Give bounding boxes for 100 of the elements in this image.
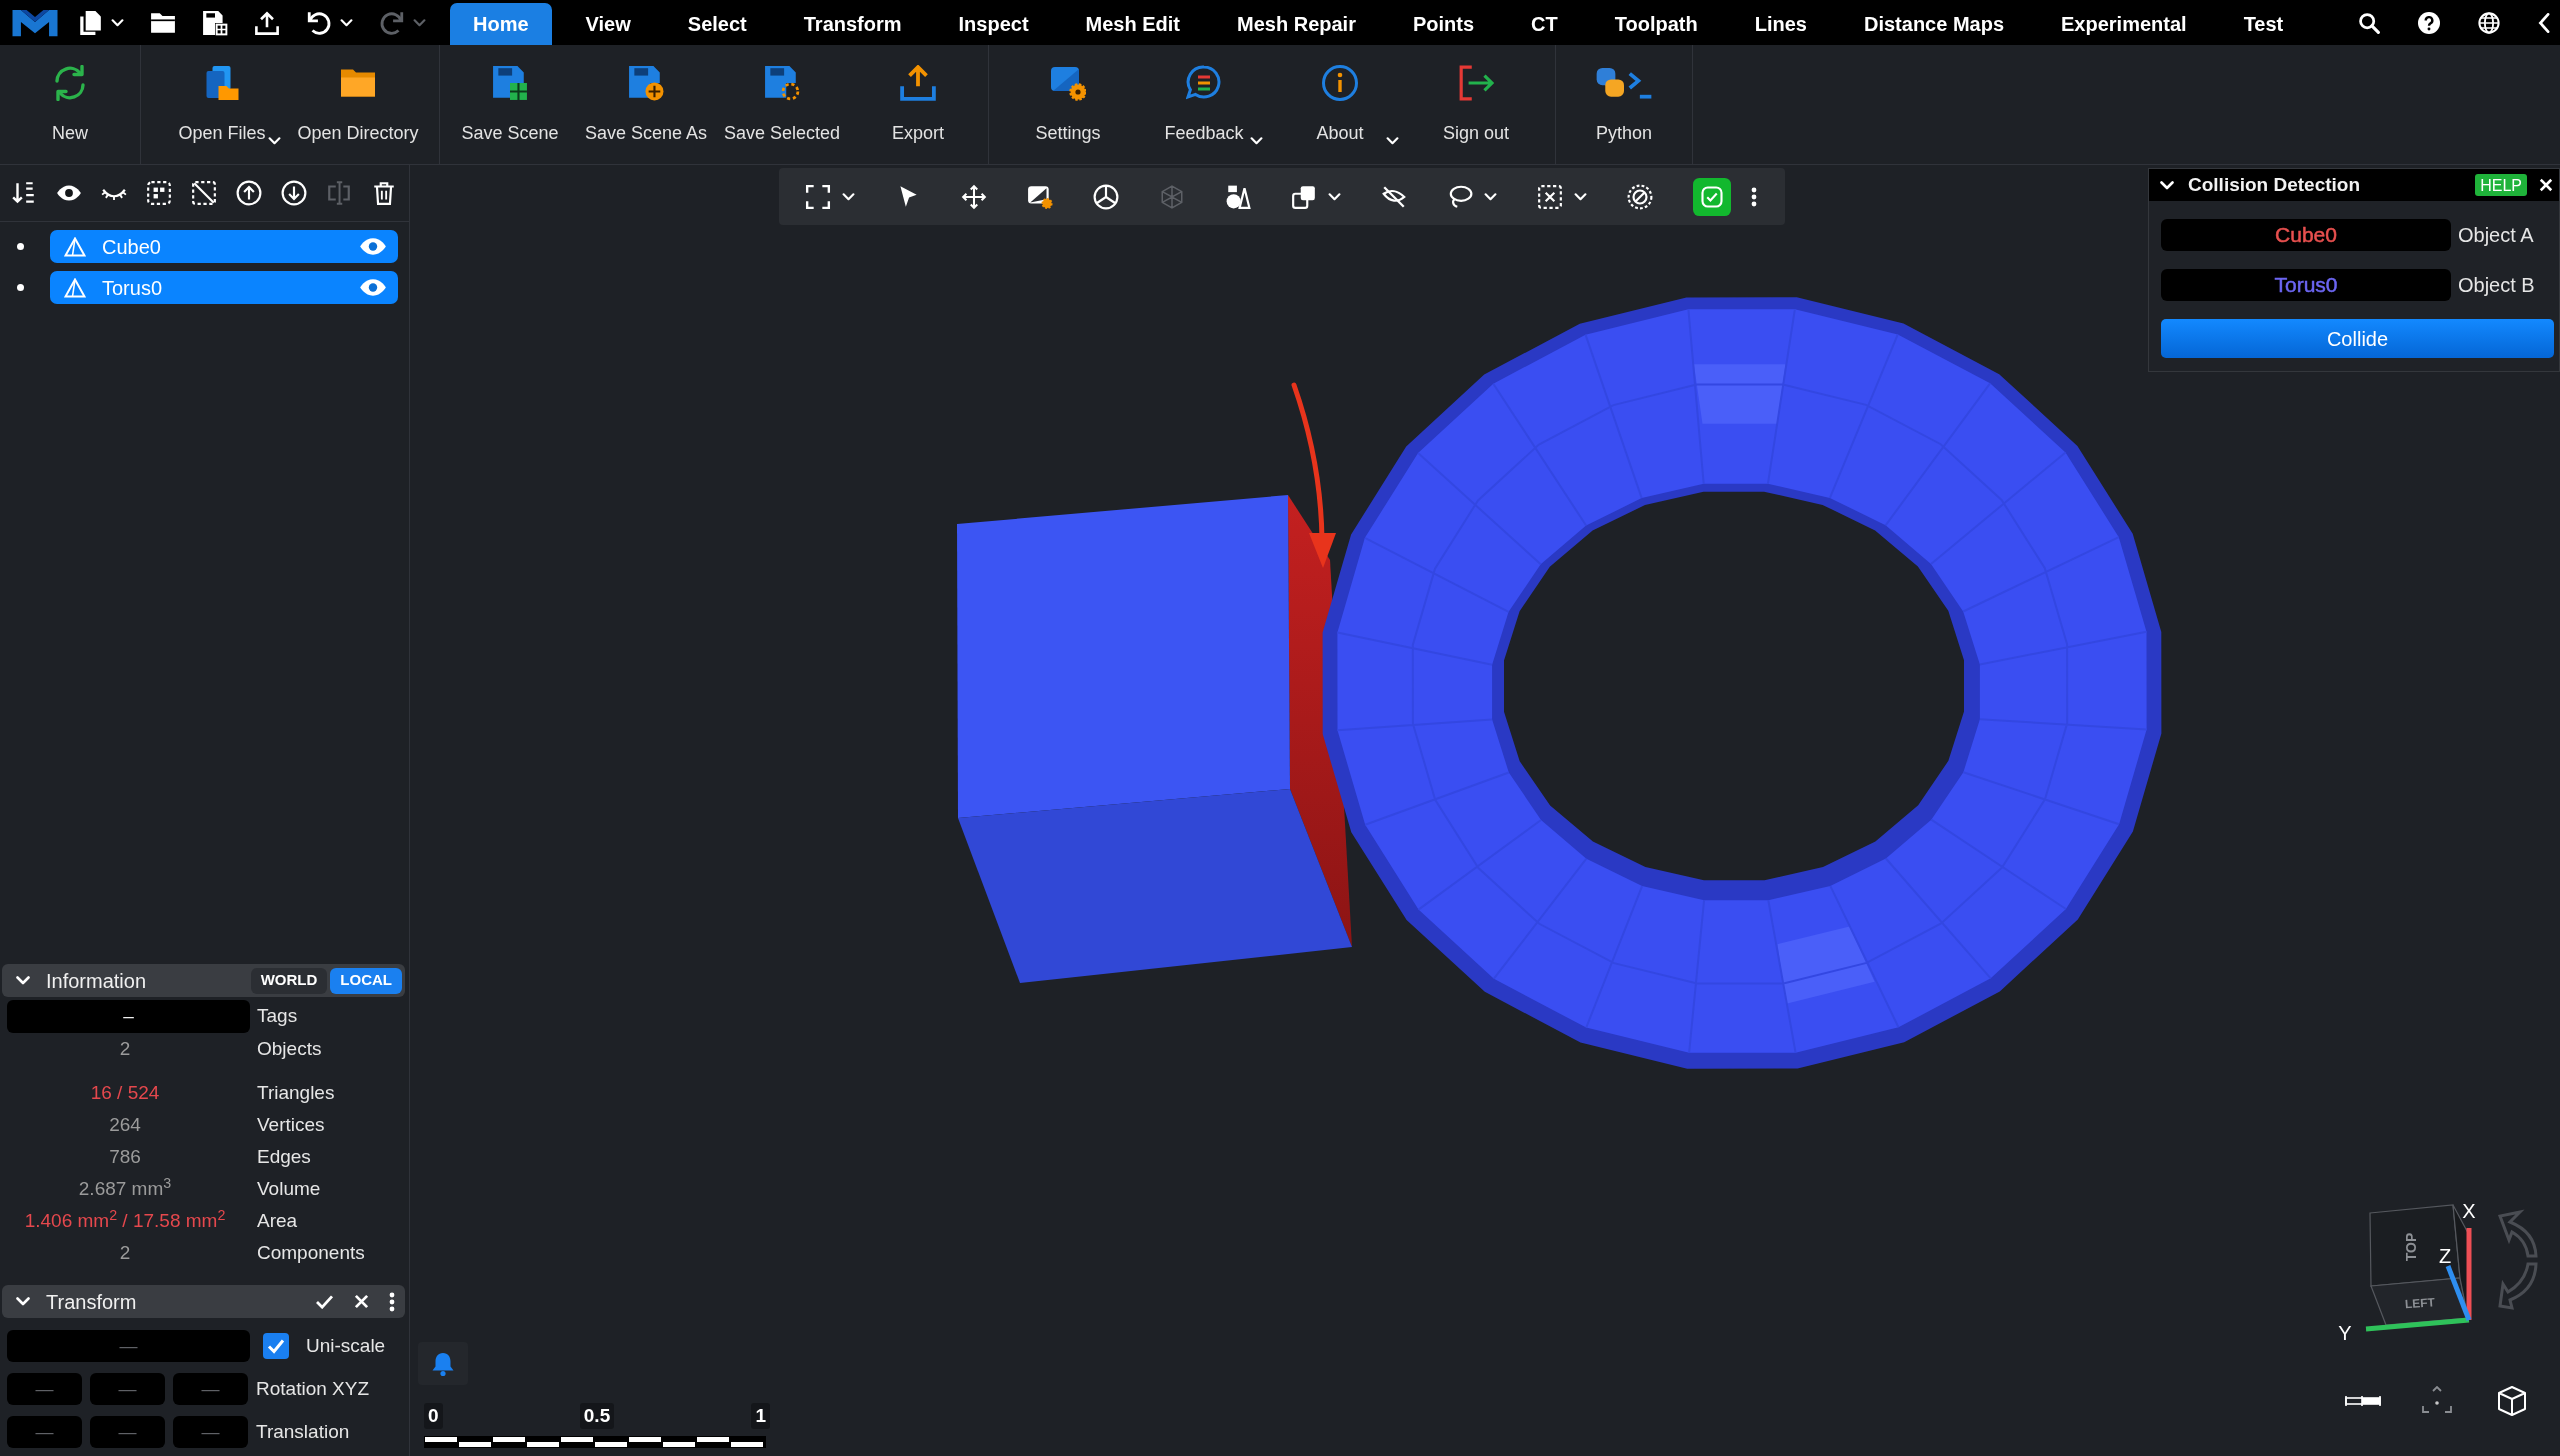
object-field[interactable]: Torus0 bbox=[2161, 269, 2451, 301]
menu-tab[interactable]: Toolpath bbox=[1591, 3, 1721, 45]
ribbon-button[interactable]: Settings bbox=[1000, 45, 1136, 164]
info-value: 2 bbox=[119, 1036, 131, 1061]
more-icon[interactable] bbox=[389, 1291, 395, 1312]
menu-tab[interactable]: Lines bbox=[1731, 3, 1830, 45]
chevron-down-icon[interactable] bbox=[16, 976, 30, 985]
ribbon-button[interactable]: Python bbox=[1556, 45, 1692, 164]
overlap-squares-icon[interactable] bbox=[1291, 183, 1317, 210]
menu-tab[interactable]: Experimental bbox=[2038, 3, 2210, 45]
mesh-icon bbox=[64, 277, 86, 298]
ribbon-button[interactable]: Save Scene bbox=[442, 45, 578, 164]
menu-tab[interactable]: Distance Maps bbox=[1840, 3, 2028, 45]
more-icon[interactable] bbox=[1751, 186, 1757, 207]
ribbon-button[interactable]: New bbox=[2, 45, 138, 164]
menu-tab[interactable]: Mesh Repair bbox=[1214, 3, 1379, 45]
script-prompt-icon bbox=[1595, 65, 1653, 101]
scene-object-item[interactable]: Cube0 bbox=[50, 230, 398, 263]
ribbon-button[interactable]: Export bbox=[850, 45, 986, 164]
ribbon-button[interactable]: Open Directory bbox=[290, 45, 426, 164]
menu-tab[interactable]: Home bbox=[450, 3, 552, 45]
chevron-left-icon[interactable] bbox=[2538, 12, 2550, 33]
ribbon-button[interactable]: Feedback bbox=[1136, 45, 1272, 164]
info-label: Vertices bbox=[257, 1112, 325, 1137]
field-label: Object A bbox=[2458, 223, 2534, 248]
mode-toggle[interactable]: LOCAL bbox=[330, 967, 402, 994]
field-label: Uni-scale bbox=[306, 1333, 386, 1358]
info-value: 16 / 524 bbox=[90, 1080, 160, 1105]
close-icon[interactable] bbox=[2539, 178, 2553, 192]
cube-face-label: LEFT bbox=[2404, 1295, 2436, 1312]
check-icon[interactable] bbox=[315, 1294, 334, 1309]
search-icon[interactable] bbox=[2358, 11, 2380, 34]
logo-icon[interactable] bbox=[12, 7, 58, 38]
mesh-icon bbox=[64, 236, 86, 257]
menu-tab[interactable]: View bbox=[562, 3, 654, 45]
collide-button[interactable]: Collide bbox=[2161, 319, 2554, 358]
ribbon-button[interactable]: Save Selected bbox=[714, 45, 850, 164]
frame-corners-icon[interactable] bbox=[805, 183, 831, 210]
move-arrows-icon[interactable] bbox=[961, 183, 987, 210]
arrow-up-circle-icon[interactable] bbox=[236, 180, 262, 206]
axis-label: Y bbox=[2338, 1322, 2352, 1345]
arrow-down-circle-icon[interactable] bbox=[281, 180, 307, 206]
undo-icon[interactable] bbox=[306, 9, 332, 36]
trash-icon[interactable] bbox=[371, 180, 397, 206]
check-square-icon[interactable] bbox=[1693, 177, 1731, 216]
info-icon bbox=[1322, 65, 1358, 101]
globe-icon[interactable] bbox=[2478, 11, 2500, 34]
chevron-down-icon[interactable] bbox=[2160, 180, 2174, 190]
chevron-down-icon[interactable] bbox=[16, 1297, 30, 1306]
checkbox[interactable] bbox=[263, 1333, 289, 1359]
section-header[interactable]: Transform bbox=[2, 1285, 405, 1318]
field-label: Object B bbox=[2458, 273, 2535, 298]
mode-toggle[interactable]: WORLD bbox=[250, 967, 328, 994]
circle-spokes-icon[interactable] bbox=[1093, 183, 1119, 210]
info-value: 2.687 mm$^{3}$ bbox=[78, 1174, 172, 1201]
shapes-icon[interactable] bbox=[1225, 183, 1251, 210]
bullet-icon bbox=[17, 243, 24, 250]
cube-face-label: TOP bbox=[2402, 1232, 2419, 1262]
ribbon-button[interactable]: Save Scene As bbox=[578, 45, 714, 164]
section-title: Information bbox=[46, 968, 147, 994]
menu-tab[interactable]: Points bbox=[1389, 3, 1498, 45]
floppy-disk-icon[interactable] bbox=[202, 9, 228, 36]
ruler-icon[interactable] bbox=[2345, 1395, 2381, 1407]
axis-label: Z bbox=[2438, 1245, 2452, 1268]
menu-tab[interactable]: Select bbox=[664, 3, 770, 45]
close-icon[interactable] bbox=[354, 1294, 369, 1309]
cube-icon[interactable] bbox=[2496, 1385, 2528, 1417]
upload-icon[interactable] bbox=[254, 9, 280, 36]
ribbon-button[interactable]: About bbox=[1272, 45, 1408, 164]
info-label: Components bbox=[257, 1240, 365, 1265]
floppy-dashed-circle-icon bbox=[764, 65, 800, 101]
help-icon[interactable] bbox=[2418, 11, 2440, 34]
section-title: Transform bbox=[46, 1289, 137, 1315]
menu-tab[interactable]: Inspect bbox=[935, 3, 1052, 45]
document-stack-icon[interactable] bbox=[77, 9, 103, 36]
sort-icon[interactable] bbox=[11, 180, 37, 206]
circular-arrows-icon bbox=[52, 65, 88, 101]
dashed-box-x-icon[interactable] bbox=[1537, 183, 1563, 210]
lasso-icon[interactable] bbox=[1447, 183, 1473, 210]
info-label: Volume bbox=[257, 1176, 321, 1201]
scene-object-item[interactable]: Torus0 bbox=[50, 271, 398, 304]
object-name: Cube0 bbox=[2275, 223, 2337, 247]
target-icon[interactable] bbox=[2420, 1386, 2454, 1416]
deselect-icon[interactable] bbox=[191, 180, 217, 206]
menu-tab[interactable]: Test bbox=[2220, 3, 2307, 45]
menu-tab[interactable]: Transform bbox=[780, 3, 925, 45]
select-all-icon[interactable] bbox=[146, 180, 172, 206]
bell-icon[interactable] bbox=[418, 1342, 468, 1385]
ribbon-button[interactable]: Sign out bbox=[1408, 45, 1544, 164]
chat-bubble-icon bbox=[1186, 65, 1222, 101]
sign-out-icon bbox=[1458, 65, 1494, 101]
object-field[interactable]: Cube0 bbox=[2161, 219, 2451, 251]
tags-field[interactable]: – bbox=[7, 1000, 250, 1033]
info-label: Tags bbox=[257, 1004, 298, 1029]
section-header[interactable]: Information WORLD LOCAL bbox=[2, 964, 405, 997]
circle-slash-icon[interactable] bbox=[1627, 183, 1653, 210]
menu-tab[interactable]: CT bbox=[1508, 3, 1581, 45]
ribbon-button[interactable]: Open Files bbox=[154, 45, 290, 164]
menu-tab[interactable]: Mesh Edit bbox=[1062, 3, 1204, 45]
image-gear-icon[interactable] bbox=[1027, 183, 1053, 210]
